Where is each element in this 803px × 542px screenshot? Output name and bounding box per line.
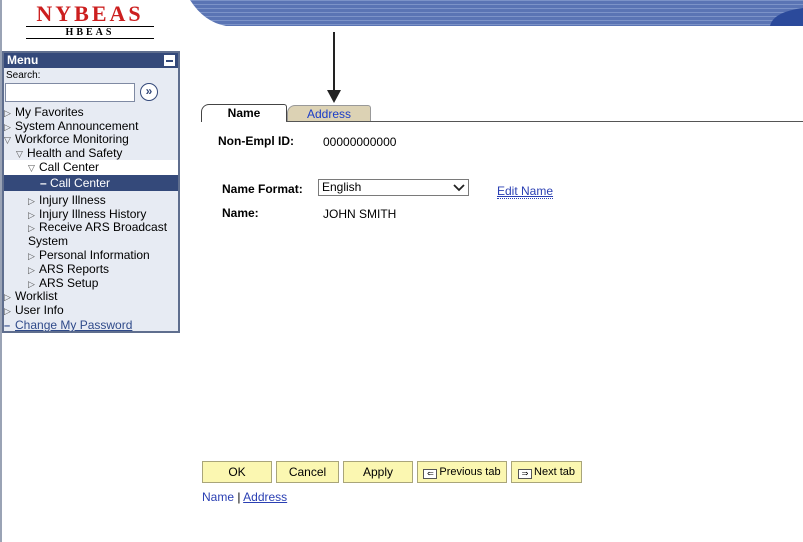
collapse-triangle-icon: ▽ — [28, 163, 35, 173]
expand-triangle-icon: ▷ — [28, 223, 35, 233]
tab-name[interactable]: Name — [201, 104, 287, 122]
next-tab-button[interactable]: ⇒ Next tab — [511, 461, 582, 483]
expand-triangle-icon: ▷ — [28, 265, 35, 275]
menu-item-call-center-selected[interactable]: – Call Center — [4, 175, 178, 191]
menu-panel: Menu Search: » ▷ My Favorites ▷ System Ann… — [2, 51, 180, 333]
non-empl-id-label: Non-Empl ID: — [218, 134, 294, 148]
name-label: Name: — [222, 206, 259, 220]
expand-triangle-icon: ▷ — [4, 292, 11, 302]
collapse-triangle-icon: ▽ — [16, 149, 23, 159]
next-arrow-icon: ⇒ — [518, 469, 533, 479]
menu-item-personal-information[interactable]: ▷ Personal Information — [4, 248, 150, 263]
name-value: JOHN SMITH — [323, 207, 397, 221]
menu-item-ars-reports[interactable]: ▷ ARS Reports — [4, 262, 109, 277]
menu-item-health-and-safety[interactable]: ▽ Health and Safety — [4, 146, 122, 161]
edit-name-link[interactable]: Edit Name — [497, 184, 554, 199]
expand-triangle-icon: ▷ — [28, 196, 35, 206]
menu-item-receive-ars-broadcast[interactable]: ▷ Receive ARS Broadcast — [4, 220, 167, 235]
menu-item-call-center-folder[interactable]: ▽ Call Center — [4, 160, 178, 175]
expand-triangle-icon: ▷ — [4, 108, 11, 118]
bottom-tab-links: Name | Address — [202, 490, 287, 504]
previous-arrow-icon: ⇐ — [423, 469, 438, 479]
minimize-icon[interactable] — [164, 55, 175, 66]
menu-item-worklist[interactable]: ▷ Worklist — [4, 289, 57, 304]
name-format-select[interactable]: English — [318, 179, 469, 196]
tab-divider — [286, 121, 803, 122]
chevron-down-icon — [453, 180, 465, 200]
tab-address[interactable]: Address — [287, 105, 371, 122]
non-empl-id-value: 00000000000 — [323, 135, 397, 149]
search-label: Search: — [6, 70, 41, 81]
menu-title: Menu — [7, 53, 39, 67]
cancel-button[interactable]: Cancel — [276, 461, 339, 483]
logo-rule-bottom — [26, 38, 154, 39]
menu-search-input[interactable] — [5, 83, 135, 102]
expand-triangle-icon: ▷ — [28, 251, 35, 261]
nybeas-logo: NYBEAS HBEAS — [24, 3, 156, 39]
menu-header: Menu — [4, 53, 178, 68]
name-format-value: English — [322, 180, 362, 194]
menu-item-workforce-monitoring[interactable]: ▽ Workforce Monitoring — [4, 132, 129, 147]
logo-sub-text: HBEAS — [65, 27, 115, 38]
menu-item-receive-ars-broadcast-cont[interactable]: System — [4, 234, 68, 248]
link-separator: | — [234, 490, 244, 504]
dash-bullet-icon: – — [4, 320, 11, 332]
collapse-triangle-icon: ▽ — [4, 135, 11, 145]
ok-button[interactable]: OK — [202, 461, 272, 483]
apply-button[interactable]: Apply — [343, 461, 413, 483]
dash-bullet-icon: – — [40, 176, 47, 190]
menu-item-change-my-password[interactable]: – Change My Password — [4, 318, 132, 333]
name-format-label: Name Format: — [222, 182, 303, 196]
logo-main-text: NYBEAS — [36, 1, 144, 26]
menu-item-injury-illness[interactable]: ▷ Injury Illness — [4, 193, 106, 208]
header-banner — [190, 0, 803, 26]
menu-item-user-info[interactable]: ▷ User Info — [4, 303, 64, 318]
expand-triangle-icon: ▷ — [4, 306, 11, 316]
previous-tab-button[interactable]: ⇐ Previous tab — [417, 461, 507, 483]
bottom-link-name[interactable]: Name — [202, 490, 234, 504]
menu-item-my-favorites[interactable]: ▷ My Favorites — [4, 105, 84, 120]
bottom-link-address[interactable]: Address — [243, 490, 287, 504]
pointer-arrow — [327, 32, 341, 103]
search-go-button[interactable]: » — [140, 83, 158, 101]
